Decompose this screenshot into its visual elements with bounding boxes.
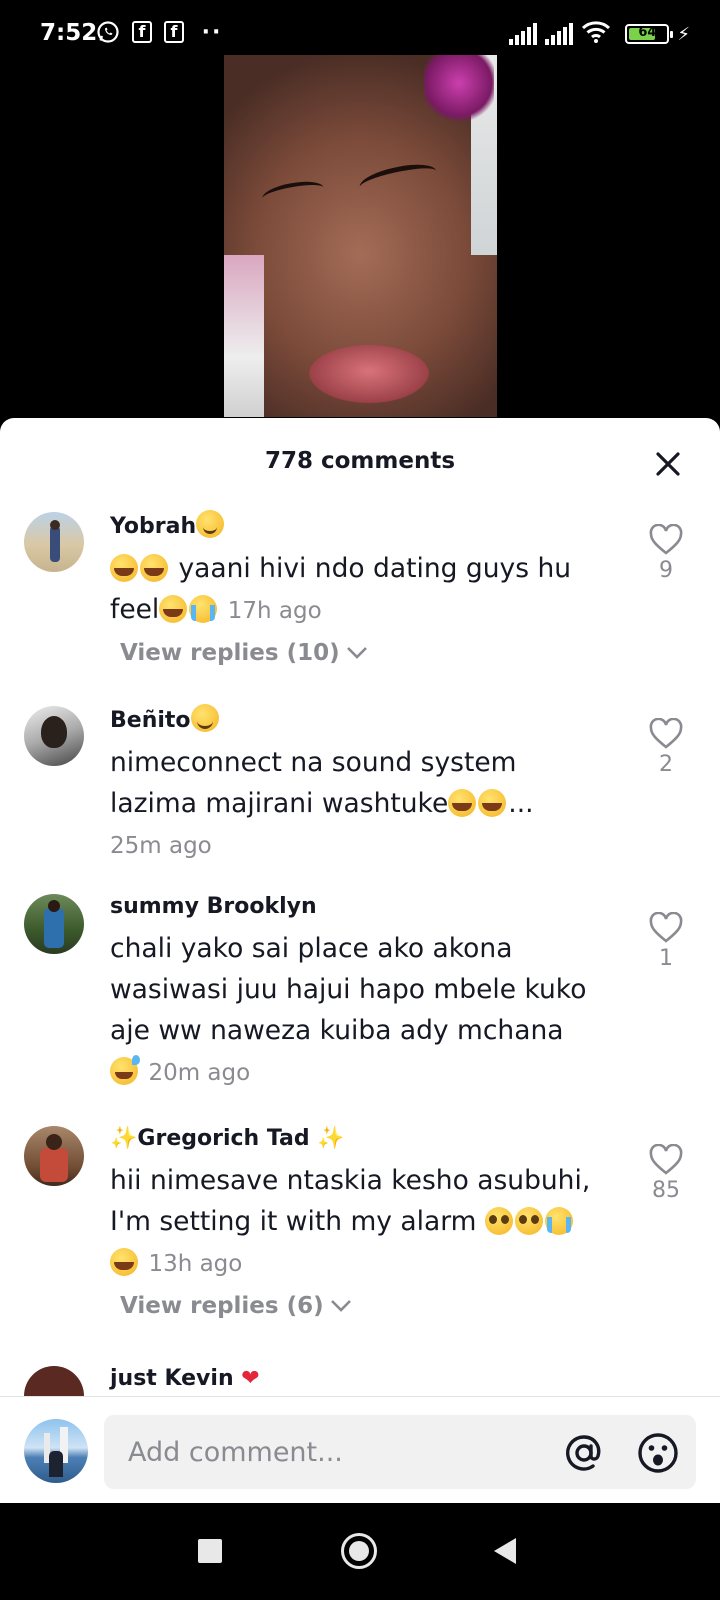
mention-icon[interactable] xyxy=(562,1431,606,1475)
battery-icon: 64 xyxy=(625,24,674,44)
home-button[interactable] xyxy=(341,1533,377,1569)
status-right: 64 ⚡ xyxy=(509,20,690,48)
comment-time: 17h ago xyxy=(227,598,322,624)
comment-input-bar xyxy=(0,1396,720,1503)
grinning-face-with-sweat-icon xyxy=(110,1055,140,1085)
chevron-down-icon xyxy=(330,1300,351,1312)
like-button[interactable]: 9 xyxy=(646,524,686,583)
chevron-down-icon xyxy=(346,647,367,659)
heart-icon xyxy=(649,1144,683,1175)
comment-time: 13h ago xyxy=(148,1251,243,1277)
wifi-icon xyxy=(581,20,611,48)
emoji-icon[interactable] xyxy=(636,1431,680,1475)
comment-input-box[interactable] xyxy=(104,1415,696,1489)
comment-item: ✨Gregorich Tad ✨ hii nimesave ntaskia ke… xyxy=(0,1124,720,1319)
comment-text-line1: nimeconnect na sound system xyxy=(110,747,517,778)
comment-input[interactable] xyxy=(128,1415,528,1489)
like-count: 1 xyxy=(659,946,673,971)
comment-item: summy Brooklyn chali yako sai place ako … xyxy=(0,892,720,1092)
loudly-crying-face-icon xyxy=(544,1207,573,1235)
heart-icon xyxy=(649,912,683,943)
signal-icon xyxy=(545,23,574,45)
avatar[interactable] xyxy=(24,512,84,572)
tears-of-joy-icon xyxy=(110,1248,138,1276)
system-nav-bar xyxy=(0,1503,720,1600)
comments-list[interactable]: Yobrah yaani hivi ndo dating guys hu fee… xyxy=(0,508,720,1396)
whatsapp-icon xyxy=(96,20,120,44)
charging-icon: ⚡ xyxy=(677,23,690,45)
battery-level: 64 xyxy=(638,25,657,40)
winking-face-icon xyxy=(190,704,219,732)
avatar[interactable] xyxy=(24,1366,84,1396)
my-avatar[interactable] xyxy=(24,1419,88,1483)
view-replies-button[interactable]: View replies (6) xyxy=(120,1293,352,1319)
pleading-face-icon xyxy=(514,1207,543,1235)
like-button[interactable]: 2 xyxy=(646,718,686,777)
comment-username[interactable]: just Kevin xyxy=(110,1366,234,1391)
comment-item: Yobrah yaani hivi ndo dating guys hu fee… xyxy=(0,510,720,666)
comment-username[interactable]: Beñito xyxy=(110,708,191,733)
comment-text-ellipsis: ... xyxy=(508,788,534,819)
like-button[interactable]: 85 xyxy=(646,1144,686,1203)
facebook-icon: f xyxy=(132,21,152,43)
slightly-smiling-face-icon xyxy=(196,510,225,538)
close-icon[interactable] xyxy=(652,448,684,480)
video-player[interactable] xyxy=(224,55,497,417)
heart-icon xyxy=(649,718,683,749)
like-count: 85 xyxy=(652,1178,680,1203)
view-replies-button[interactable]: View replies (10) xyxy=(120,640,368,666)
comment-time: 20m ago xyxy=(148,1060,251,1086)
sparkles-icon: ✨ xyxy=(110,1126,138,1151)
tears-of-joy-icon xyxy=(140,554,168,582)
loudly-crying-face-icon xyxy=(189,595,218,623)
comment-username[interactable]: Gregorich Tad xyxy=(137,1126,309,1151)
pleading-face-icon xyxy=(484,1207,513,1235)
comments-count-title: 778 comments xyxy=(264,448,456,474)
comment-time: 25m ago xyxy=(110,833,212,859)
heart-icon xyxy=(649,524,683,555)
tears-of-joy-icon xyxy=(110,554,138,582)
sparkles-icon: ✨ xyxy=(317,1126,345,1151)
view-replies-label: View replies (10) xyxy=(120,640,340,666)
recent-apps-button[interactable] xyxy=(198,1539,222,1563)
signal-icon xyxy=(509,23,538,45)
more-dots-icon: ·· xyxy=(201,19,223,45)
status-time: 7:52 xyxy=(40,20,98,46)
notification-icons: f f ·· xyxy=(96,19,224,45)
facebook-icon: f xyxy=(164,21,184,43)
comments-header: 778 comments xyxy=(0,418,720,508)
comment-item: Beñito nimeconnect na sound system lazim… xyxy=(0,704,720,865)
comment-item: just Kevin ❤ xyxy=(0,1364,720,1396)
tears-of-joy-icon xyxy=(159,595,188,623)
like-button[interactable]: 1 xyxy=(646,912,686,971)
comments-sheet: 778 comments Yobrah yaani hivi ndo datin… xyxy=(0,418,720,1503)
tears-of-joy-icon xyxy=(448,789,477,817)
comment-text-line2: lazima majirani washtuke xyxy=(110,788,449,819)
red-heart-icon: ❤ xyxy=(241,1366,260,1391)
comment-username[interactable]: Yobrah xyxy=(110,514,196,539)
comment-username[interactable]: summy Brooklyn xyxy=(110,894,317,919)
screen: 7:52 f f ·· 64 ⚡ 778 comments Yobrah yaa… xyxy=(0,0,720,1600)
like-count: 2 xyxy=(659,752,673,777)
avatar[interactable] xyxy=(24,1126,84,1186)
back-button[interactable] xyxy=(494,1538,516,1564)
view-replies-label: View replies (6) xyxy=(120,1293,324,1319)
like-count: 9 xyxy=(659,558,673,583)
avatar[interactable] xyxy=(24,706,84,766)
comment-text: chali yako sai place ako akona wasiwasi … xyxy=(110,933,587,1046)
tears-of-joy-icon xyxy=(478,789,507,817)
avatar[interactable] xyxy=(24,894,84,954)
